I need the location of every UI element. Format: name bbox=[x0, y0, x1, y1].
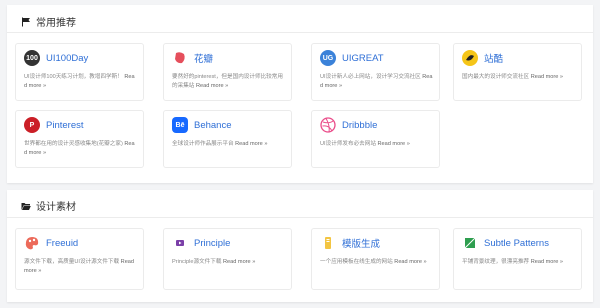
read-more-link[interactable]: Read more » bbox=[223, 259, 255, 265]
read-more-link[interactable]: Read more » bbox=[531, 259, 563, 265]
read-more-link[interactable]: Read more » bbox=[531, 74, 563, 80]
card-header: Principle bbox=[172, 235, 230, 251]
link-card[interactable]: 站酷国内最大的设计师交流社区 Read more » bbox=[453, 43, 582, 101]
card-title[interactable]: UI100Day bbox=[46, 53, 88, 64]
card-description: 全球设计师作品展示平台 Read more » bbox=[172, 140, 285, 149]
card-description: 世界都在用的设计灵感收集地(花瓣之家) Read more » bbox=[24, 140, 137, 158]
card-desc-text: 平铺背景纹理，很漂亮推荐 bbox=[462, 259, 531, 265]
card-title[interactable]: Principle bbox=[194, 238, 230, 249]
palette-icon bbox=[24, 235, 40, 251]
section-title: 设计素材 bbox=[36, 202, 76, 213]
card-desc-text: 全球设计师作品展示平台 bbox=[172, 141, 236, 147]
card-header: 花瓣 bbox=[172, 50, 213, 66]
zcool-icon bbox=[462, 50, 478, 66]
flag-icon bbox=[22, 17, 30, 26]
card-desc-text: Principle源文件下载 bbox=[172, 259, 223, 265]
card-header: UG UIGREAT bbox=[320, 50, 384, 66]
card-title[interactable]: Pinterest bbox=[46, 120, 84, 131]
card-description: 源文件下载，高质量UI设计源文件下载 Read more » bbox=[24, 258, 137, 276]
card-header: 100 UI100Day bbox=[24, 50, 88, 66]
card-desc-text: 国内最大的设计师交流社区 bbox=[462, 74, 531, 80]
section-title: 常用推荐 bbox=[36, 18, 76, 29]
section-design-materials: 设计素材 Freeuid 源文件下载，高质量UI设计源文件下载 Read more… bbox=[7, 190, 593, 302]
card-description: 一个应用模板在线生成的网站 Read more » bbox=[320, 258, 433, 267]
read-more-link[interactable]: Read more » bbox=[196, 83, 228, 89]
section-header: 设计素材 bbox=[21, 198, 76, 213]
read-more-link[interactable]: Read more » bbox=[394, 259, 426, 265]
card-title[interactable]: Freeuid bbox=[46, 238, 78, 249]
pinterest-icon: P bbox=[24, 117, 40, 133]
card-desc-text: UI设计新人必上网站，设计学习交流社区 bbox=[320, 74, 423, 80]
link-card[interactable]: UG UIGREAT UI设计新人必上网站，设计学习交流社区 Read more » bbox=[311, 43, 440, 101]
link-card[interactable]: Dribbble UI设计师发布必去网站 Read more » bbox=[311, 110, 440, 168]
folder-open-icon bbox=[21, 202, 31, 210]
card-desc-text: UI设计师发布必去网站 bbox=[320, 141, 378, 147]
card-title[interactable]: Behance bbox=[194, 120, 232, 131]
card-desc-text: 世界都在用的设计灵感收集地(花瓣之家) bbox=[24, 141, 125, 147]
card-header: 模版生成 bbox=[320, 235, 380, 251]
divider bbox=[7, 217, 593, 218]
card-desc-text: 源文件下载，高质量UI设计源文件下载 bbox=[24, 259, 121, 265]
link-card[interactable]: P Pinterest 世界都在用的设计灵感收集地(花瓣之家) Read more … bbox=[15, 110, 144, 168]
card-header: 站酷 bbox=[462, 50, 503, 66]
section-header: 常用推荐 bbox=[21, 14, 76, 29]
section-common-recommend: 常用推荐 100 UI100Day UI设计师100天练习计划，教增四学斯！ Rea… bbox=[7, 5, 593, 183]
card-header: Dribbble bbox=[320, 117, 377, 133]
card-header: P Pinterest bbox=[24, 117, 84, 133]
card-header: Freeuid bbox=[24, 235, 78, 251]
card-description: Principle源文件下载 Read more » bbox=[172, 258, 285, 267]
card-title[interactable]: 站酷 bbox=[484, 51, 503, 65]
card-description: UI设计师100天练习计划，教增四学斯！ Read more » bbox=[24, 73, 137, 91]
principle-icon bbox=[172, 235, 188, 251]
read-more-link[interactable]: Read more » bbox=[378, 141, 410, 147]
card-header: Bē Behance bbox=[172, 117, 232, 133]
link-card[interactable]: Freeuid 源文件下载，高质量UI设计源文件下载 Read more » bbox=[15, 228, 144, 290]
template-icon bbox=[320, 235, 336, 251]
card-description: UI设计师发布必去网站 Read more » bbox=[320, 140, 433, 149]
divider bbox=[7, 32, 593, 33]
card-title[interactable]: Dribbble bbox=[342, 120, 377, 131]
card-title[interactable]: 模版生成 bbox=[342, 236, 380, 250]
link-card[interactable]: 100 UI100Day UI设计师100天练习计划，教增四学斯！ Read mor… bbox=[15, 43, 144, 101]
link-card[interactable]: 模版生成一个应用模板在线生成的网站 Read more » bbox=[311, 228, 440, 290]
ug-icon: UG bbox=[320, 50, 336, 66]
pattern-icon bbox=[462, 235, 478, 251]
link-card[interactable]: 花瓣要然好的pinterest，但是国内设计师比较常用的采集站 Read mor… bbox=[163, 43, 292, 101]
card-description: UI设计新人必上网站，设计学习交流社区 Read more » bbox=[320, 73, 433, 91]
card-desc-text: 一个应用模板在线生成的网站 bbox=[320, 259, 395, 265]
card-header: Subtle Patterns bbox=[462, 235, 549, 251]
read-more-link[interactable]: Read more » bbox=[235, 141, 267, 147]
dribbble-icon bbox=[320, 117, 336, 133]
card-title[interactable]: UIGREAT bbox=[342, 53, 384, 64]
card-description: 要然好的pinterest，但是国内设计师比较常用的采集站 Read more … bbox=[172, 73, 285, 91]
card-title[interactable]: 花瓣 bbox=[194, 51, 213, 65]
circle-100-icon: 100 bbox=[24, 50, 40, 66]
petal-icon bbox=[172, 50, 188, 66]
card-desc-text: UI设计师100天练习计划，教增四学斯！ bbox=[24, 74, 125, 80]
link-card[interactable]: Principle Principle源文件下载 Read more » bbox=[163, 228, 292, 290]
card-description: 国内最大的设计师交流社区 Read more » bbox=[462, 73, 575, 82]
link-card[interactable]: Subtle Patterns 平铺背景纹理，很漂亮推荐 Read more » bbox=[453, 228, 582, 290]
behance-icon: Bē bbox=[172, 117, 188, 133]
card-description: 平铺背景纹理，很漂亮推荐 Read more » bbox=[462, 258, 575, 267]
link-card[interactable]: Bē Behance 全球设计师作品展示平台 Read more » bbox=[163, 110, 292, 168]
card-title[interactable]: Subtle Patterns bbox=[484, 238, 549, 249]
